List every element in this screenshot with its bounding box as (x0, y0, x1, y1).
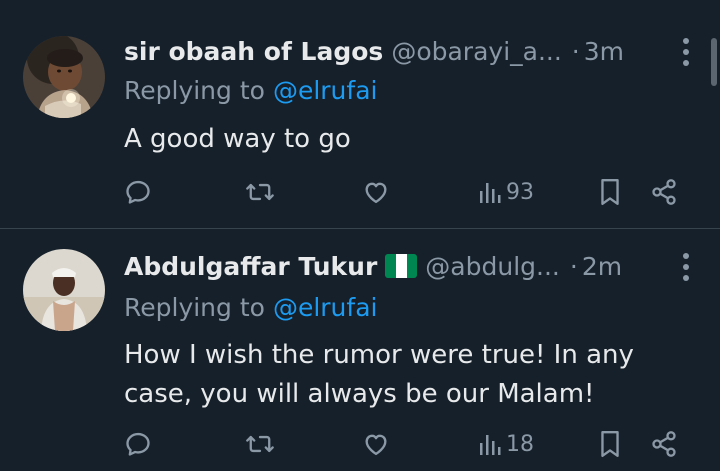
like-button[interactable] (362, 428, 390, 460)
more-icon[interactable] (682, 253, 690, 281)
bookmark-icon (601, 430, 619, 458)
mention-link[interactable]: @elrufai (273, 76, 378, 105)
view-count: 93 (506, 179, 534, 205)
replying-label: Replying to (124, 293, 265, 322)
separator-dot: · (569, 251, 578, 281)
views-button[interactable]: 93 (478, 176, 534, 208)
scrollbar[interactable] (711, 38, 717, 86)
separator-dot: · (571, 36, 580, 66)
like-button[interactable] (362, 176, 390, 208)
retweet-button[interactable] (245, 428, 275, 460)
share-icon (652, 431, 676, 457)
share-icon (652, 179, 676, 205)
replying-to: Replying to @elrufai (124, 293, 377, 322)
reply-icon (126, 180, 150, 204)
display-name[interactable]: sir obaah of Lagos (124, 37, 383, 66)
timestamp[interactable]: 3m (584, 37, 624, 66)
action-bar: 18 (124, 428, 684, 460)
tweet-header: sir obaah of Lagos @obarayi_a... · 3m (124, 31, 624, 71)
action-bar: 93 (124, 176, 684, 208)
avatar[interactable] (23, 249, 105, 331)
mention-link[interactable]: @elrufai (273, 293, 378, 322)
retweet-button[interactable] (245, 176, 275, 208)
share-button[interactable] (650, 428, 678, 460)
views-button[interactable]: 18 (478, 428, 534, 460)
more-icon[interactable] (682, 38, 690, 66)
bookmark-button[interactable] (598, 428, 622, 460)
user-handle[interactable]: @obarayi_a... (391, 37, 561, 66)
reply-icon (126, 432, 150, 456)
reply-button[interactable] (124, 428, 152, 460)
views-icon (480, 183, 501, 203)
tweet-text: How I wish the rumor were true! In any c… (124, 340, 634, 409)
replying-label: Replying to (124, 76, 265, 105)
retweet-icon (246, 435, 274, 453)
bookmark-icon (601, 178, 619, 206)
tweet-text: A good way to go (124, 124, 351, 154)
views-icon (480, 435, 501, 455)
display-name[interactable]: Abdulgaffar Tukur (124, 252, 377, 281)
tweet[interactable]: sir obaah of Lagos @obarayi_a... · 3m Re… (0, 0, 720, 228)
reply-button[interactable] (124, 176, 152, 208)
tweet-header: Abdulgaffar Tukur @abdulg... · 2m (124, 246, 622, 286)
nigeria-flag-icon (385, 254, 418, 278)
view-count: 18 (506, 431, 534, 457)
retweet-icon (246, 183, 274, 201)
like-icon (365, 434, 387, 456)
user-handle[interactable]: @abdulg... (425, 252, 560, 281)
like-icon (365, 182, 387, 204)
share-button[interactable] (650, 176, 678, 208)
timestamp[interactable]: 2m (582, 252, 622, 281)
tweet[interactable]: Abdulgaffar Tukur @abdulg... · 2m Replyi… (0, 229, 720, 471)
replying-to: Replying to @elrufai (124, 76, 377, 105)
bookmark-button[interactable] (598, 176, 622, 208)
avatar[interactable] (23, 36, 105, 118)
